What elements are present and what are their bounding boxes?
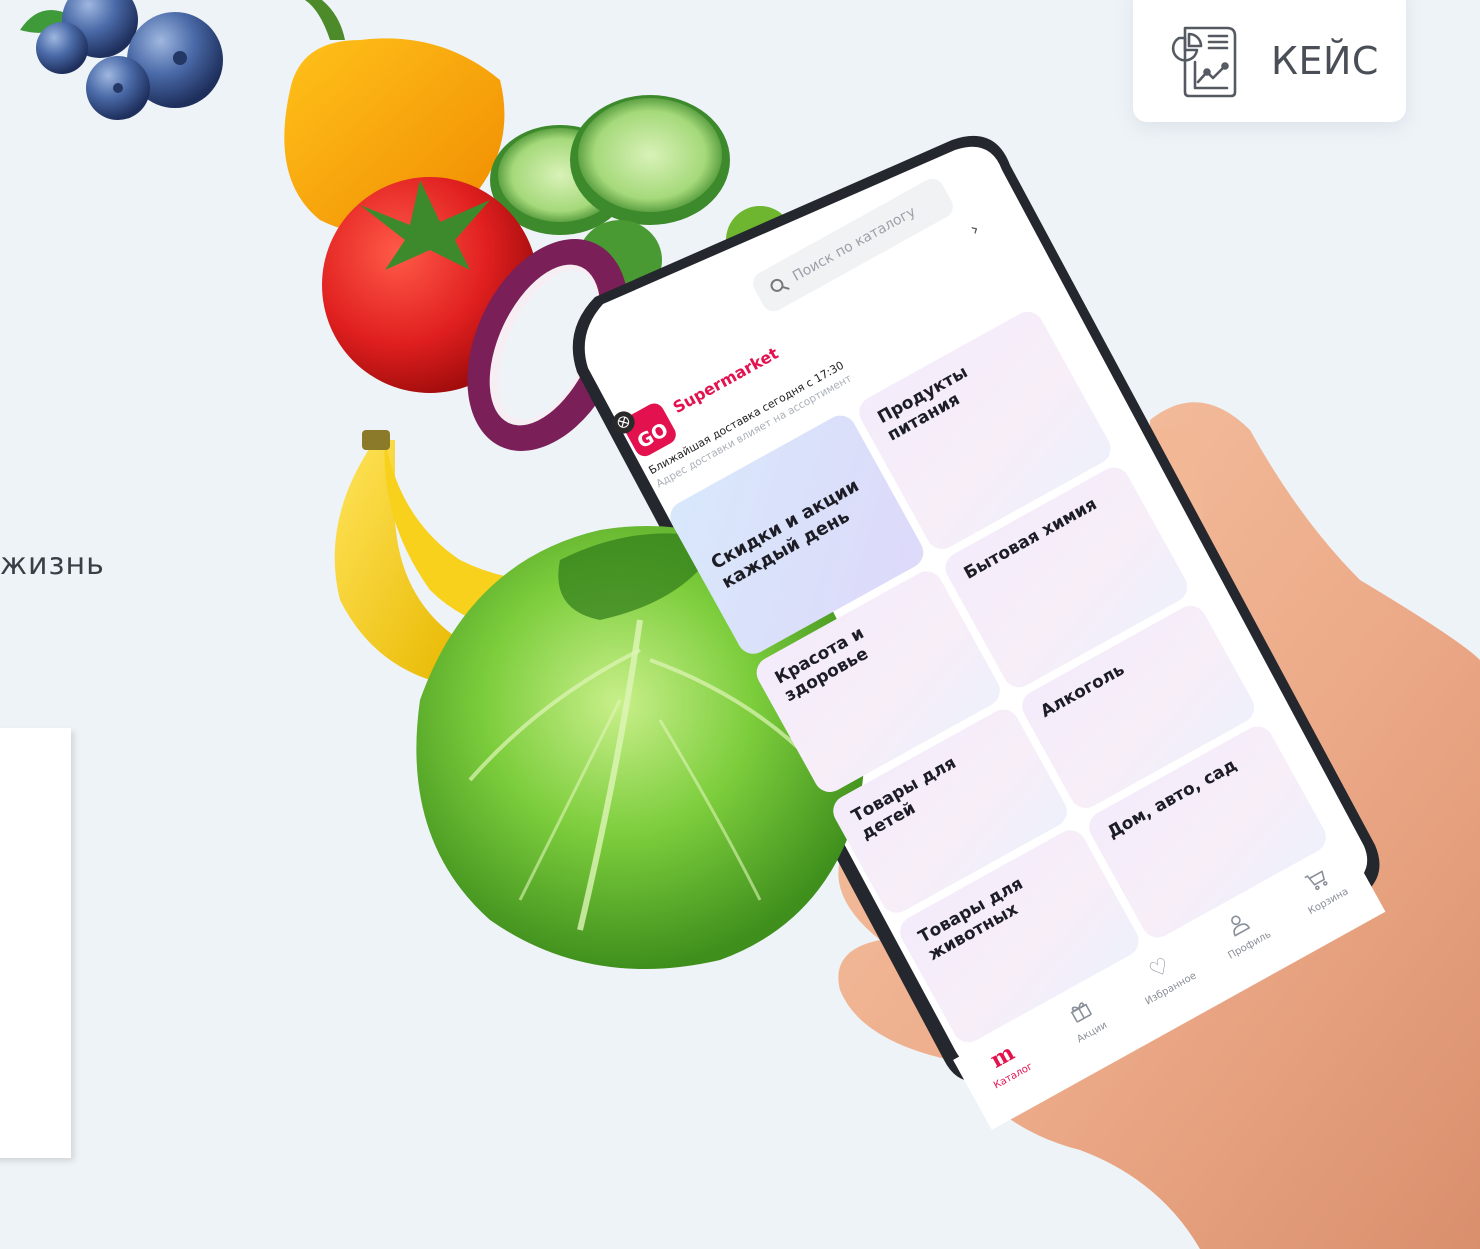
promo-tile-title: Скидки и акции каждый день: [707, 475, 863, 594]
category-tile-label: Продукты питания: [874, 362, 972, 446]
logo-text: GO: [633, 418, 673, 454]
hero-subtitle-fragment: жизнь: [0, 547, 105, 582]
blueberries-image: [20, 0, 223, 120]
magnit-go-logo: ⛒ GO: [608, 399, 680, 460]
search-icon: [770, 278, 790, 292]
case-badge-label: КЕЙС: [1271, 39, 1379, 83]
case-badge[interactable]: КЕЙС: [1133, 0, 1406, 122]
left-panel-card: [0, 728, 71, 1158]
report-chart-icon: [1171, 26, 1237, 98]
chevron-right-icon[interactable]: ›: [967, 219, 983, 241]
